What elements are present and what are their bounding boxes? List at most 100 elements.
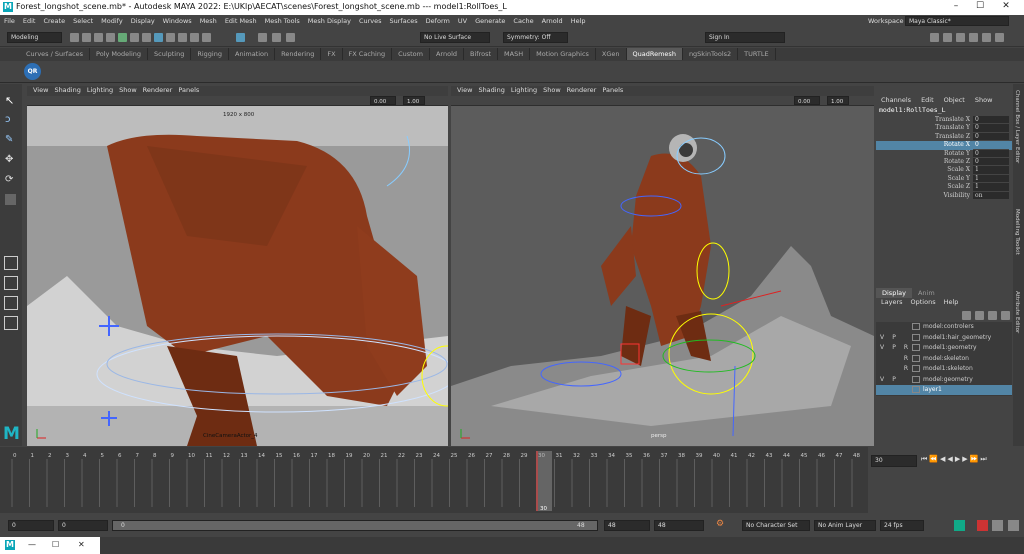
side-tab-channel-box-layer-editor[interactable]: Channel Box / Layer Editor [1013, 84, 1021, 203]
shelf-tab-animation[interactable]: Animation [229, 48, 276, 60]
shelf-tab-motion-graphics[interactable]: Motion Graphics [530, 48, 596, 60]
viewport-menu-renderer[interactable]: Renderer [143, 86, 173, 94]
menu-select[interactable]: Select [73, 17, 93, 25]
channel-box-icon[interactable] [969, 33, 978, 42]
channel-value[interactable]: 1 [973, 166, 1009, 175]
shelf-tab-turtle[interactable]: TURTLE [738, 48, 776, 60]
mini-minimize-button[interactable]: — [28, 540, 36, 549]
side-tab-attribute-editor[interactable]: Attribute Editor [1013, 285, 1021, 362]
render-icon[interactable] [258, 33, 267, 42]
channel-menu-channels[interactable]: Channels [881, 96, 911, 104]
channel-row[interactable]: Scale X1 [876, 166, 1012, 175]
shelf-tab-rigging[interactable]: Rigging [191, 48, 229, 60]
layer-visibility-toggle[interactable]: V [876, 376, 888, 383]
channel-value[interactable]: 0 [973, 149, 1009, 158]
viewport-menu-lighting[interactable]: Lighting [511, 86, 537, 94]
channel-menu-edit[interactable]: Edit [921, 96, 934, 104]
layer-row[interactable]: Rmodel1:skeleton [876, 364, 1012, 375]
snap-surface-icon[interactable] [202, 33, 211, 42]
channel-value[interactable]: 0 [973, 141, 1009, 150]
menu-edit[interactable]: Edit [23, 17, 36, 25]
viewport-left-canvas[interactable]: 1920 x 800 CineCameraActor_4 [27, 106, 448, 446]
channel-row[interactable]: Scale Y1 [876, 174, 1012, 184]
shelf-tab-poly-modeling[interactable]: Poly Modeling [90, 48, 148, 60]
layer-name[interactable]: model1:geometry [923, 344, 977, 351]
layer-tab-display[interactable]: Display [876, 288, 912, 298]
side-tab-modelling-toolkit[interactable]: Modelling Toolkit [1013, 203, 1021, 284]
animation-start-field[interactable]: 0 [8, 520, 54, 531]
select-object-icon[interactable] [130, 33, 139, 42]
layer-menu-layers[interactable]: Layers [881, 298, 903, 306]
shelf-tab-fx-caching[interactable]: FX Caching [343, 48, 393, 60]
snap-point-icon[interactable] [178, 33, 187, 42]
menu-edit-mesh[interactable]: Edit Mesh [225, 17, 257, 25]
channel-row[interactable]: Visibility on [876, 191, 1012, 200]
viewport-menu-shading[interactable]: Shading [478, 86, 504, 94]
channel-value[interactable]: on [973, 191, 1009, 200]
menu-mesh-display[interactable]: Mesh Display [308, 17, 351, 25]
layer-row[interactable]: Rmodel:skeleton [876, 353, 1012, 364]
menu-windows[interactable]: Windows [163, 17, 192, 25]
layer-visibility-toggle[interactable]: V [876, 334, 888, 341]
maximize-button[interactable]: ☐ [968, 1, 992, 14]
two-view-icon[interactable] [4, 296, 18, 310]
select-tool-icon[interactable]: ↖ [5, 94, 16, 107]
current-frame-field[interactable]: 30 [871, 455, 917, 467]
channel-row[interactable]: Translate Y0 [876, 124, 1012, 133]
layer-editor-icon[interactable] [995, 33, 1004, 42]
layer-menu-help[interactable]: Help [944, 298, 959, 306]
shelf-tab-quadremesh[interactable]: QuadRemesh [626, 48, 683, 60]
channel-value[interactable]: 1 [973, 183, 1009, 192]
quadremesh-shelf-button[interactable]: QR [24, 63, 41, 80]
layer-row[interactable]: model:controlers [876, 322, 1012, 333]
render-settings-icon[interactable] [286, 33, 295, 42]
layer-menu-options[interactable]: Options [911, 298, 936, 306]
menu-uv[interactable]: UV [458, 17, 467, 25]
live-surface-select[interactable]: No Live Surface [420, 32, 490, 43]
preferences-icon[interactable] [1008, 520, 1019, 531]
minimized-window[interactable]: M — ☐ ✕ [0, 537, 100, 554]
layer-row[interactable]: V Pmodel1:hair_geometry [876, 332, 1012, 343]
layer-name[interactable]: model1:hair_geometry [923, 334, 991, 341]
single-view-icon[interactable] [4, 256, 18, 270]
time-slider-background[interactable] [8, 451, 864, 511]
symmetry-select[interactable]: Symmetry: Off [503, 32, 568, 43]
layer-reference-toggle[interactable]: R [900, 344, 912, 351]
menu-create[interactable]: Create [43, 17, 65, 25]
time-slider[interactable]: 0 1 2 3 4 5 6 7 8 9 10 11 12 13 14 15 16 17 18 19 20 21 22 23 24… [0, 447, 868, 513]
step-back-icon[interactable]: ◀ [940, 455, 945, 467]
menu-help[interactable]: Help [571, 17, 586, 25]
select-hierarchy-icon[interactable] [118, 33, 127, 42]
channel-value[interactable]: 0 [973, 116, 1009, 125]
viewport-menu-renderer[interactable]: Renderer [567, 86, 597, 94]
channel-row[interactable]: Rotate Y0 [876, 149, 1012, 158]
viewport-menu-show[interactable]: Show [543, 86, 561, 94]
snap-view-icon[interactable] [190, 33, 199, 42]
layer-name[interactable]: model1:skeleton [923, 365, 973, 372]
playback-end-field[interactable]: 48 [604, 520, 650, 531]
four-view-icon[interactable] [4, 276, 18, 290]
auto-key-icon[interactable]: ⚙ [716, 519, 724, 529]
ipr-icon[interactable] [272, 33, 281, 42]
channel-row[interactable]: Scale Z1 [876, 183, 1012, 192]
shelf-tab-xgen[interactable]: XGen [596, 48, 627, 60]
layer-tab-anim[interactable]: Anim [912, 288, 941, 298]
viewport-left[interactable]: View Shading Lighting Show Renderer Panels 0.… [27, 86, 448, 446]
far-clip-field-right[interactable]: 1.00 [827, 96, 849, 105]
channel-value[interactable]: 0 [973, 132, 1009, 142]
fps-select[interactable]: 24 fps [880, 520, 924, 531]
channel-value[interactable]: 1 [973, 174, 1009, 184]
layer-name[interactable]: model:controlers [923, 323, 974, 330]
magnet-icon[interactable] [236, 33, 245, 42]
menu-file[interactable]: File [4, 17, 15, 25]
redo-icon[interactable] [106, 33, 115, 42]
menu-modify[interactable]: Modify [101, 17, 123, 25]
layer-name[interactable]: model:skeleton [923, 355, 969, 362]
scale-tool-icon[interactable] [5, 194, 16, 205]
viewport-right-canvas[interactable]: persp [451, 106, 874, 446]
menu-deform[interactable]: Deform [426, 17, 450, 25]
shelf-tab-mash[interactable]: MASH [498, 48, 531, 60]
rotate-tool-icon[interactable]: ⟳ [5, 174, 16, 185]
layer-playback-toggle[interactable]: P [888, 334, 900, 341]
outliner-layout-icon[interactable] [4, 316, 18, 330]
